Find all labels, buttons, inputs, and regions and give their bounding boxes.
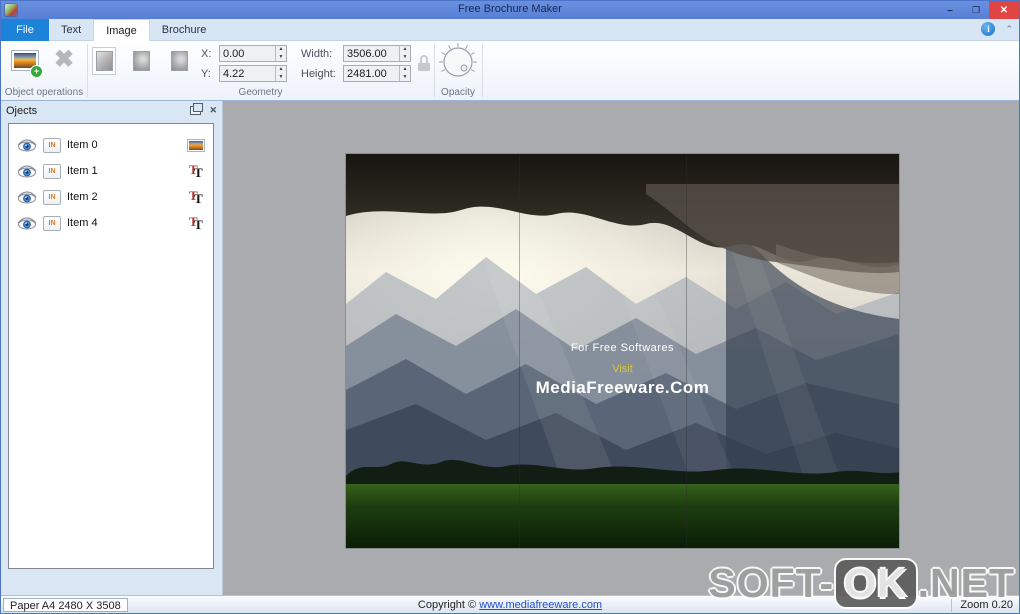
brochure-page[interactable]: For Free Softwares Visit MediaFreeware.C… bbox=[346, 154, 899, 548]
image-fit-icon-3 bbox=[170, 51, 188, 71]
tab-text[interactable]: Text bbox=[49, 19, 93, 41]
app-window: Free Brochure Maker File Text Image Broc… bbox=[0, 0, 1020, 614]
info-icon[interactable] bbox=[981, 22, 996, 36]
text-item-icon bbox=[189, 214, 205, 232]
overlay-line-2[interactable]: Visit bbox=[346, 363, 899, 375]
width-input[interactable] bbox=[344, 46, 399, 61]
objects-panel: Ojects IN Item 0 bbox=[1, 101, 223, 595]
ribbon-tab-bar: File Text Image Brochure bbox=[1, 19, 1019, 41]
watermark-left: SOFT- bbox=[708, 560, 835, 606]
in-badge[interactable]: IN bbox=[43, 215, 61, 231]
width-spinbox bbox=[343, 45, 411, 62]
list-item-3[interactable]: IN Item 4 bbox=[17, 210, 205, 236]
visibility-eye-icon[interactable] bbox=[17, 216, 37, 230]
y-label: Y: bbox=[201, 67, 211, 80]
list-item-1[interactable]: IN Item 1 bbox=[17, 158, 205, 184]
window-title: Free Brochure Maker bbox=[458, 3, 562, 15]
item-label[interactable]: Item 1 bbox=[67, 165, 183, 177]
spin-up-icon[interactable] bbox=[276, 66, 286, 74]
group-label-object-operations: Object operations bbox=[4, 87, 84, 98]
height-spinbox bbox=[343, 65, 411, 82]
spin-down-icon[interactable] bbox=[400, 74, 410, 82]
spin-down-icon[interactable] bbox=[276, 74, 286, 82]
item-label[interactable]: Item 4 bbox=[67, 217, 183, 229]
image-fit-button-3[interactable] bbox=[167, 47, 191, 75]
list-item-0[interactable]: IN Item 0 bbox=[17, 132, 205, 158]
plus-icon bbox=[31, 66, 42, 77]
y-spinner[interactable] bbox=[275, 66, 286, 81]
group-separator bbox=[482, 44, 483, 97]
objects-panel-title: Ojects bbox=[6, 104, 38, 117]
image-fit-button-1[interactable] bbox=[92, 47, 116, 75]
overlay-line-1[interactable]: For Free Softwares bbox=[346, 342, 899, 354]
text-item-icon bbox=[189, 162, 205, 180]
spin-up-icon[interactable] bbox=[276, 46, 286, 54]
maximize-button[interactable] bbox=[963, 1, 989, 19]
copyright-text: Copyright © bbox=[417, 598, 477, 611]
minimize-button[interactable] bbox=[937, 1, 963, 19]
title-bar: Free Brochure Maker bbox=[1, 1, 1019, 19]
overlay-line-3[interactable]: MediaFreeware.Com bbox=[346, 378, 899, 398]
y-spinbox bbox=[219, 65, 287, 82]
spin-up-icon[interactable] bbox=[400, 66, 410, 74]
tab-file[interactable]: File bbox=[1, 19, 49, 41]
item-label[interactable]: Item 0 bbox=[67, 139, 181, 151]
image-fit-button-2[interactable] bbox=[129, 47, 153, 75]
window-controls bbox=[937, 1, 1019, 19]
lock-aspect-icon[interactable] bbox=[417, 55, 431, 72]
tab-brochure[interactable]: Brochure bbox=[150, 19, 219, 41]
visibility-eye-icon[interactable] bbox=[17, 190, 37, 204]
group-label-geometry: Geometry bbox=[238, 87, 283, 98]
in-badge[interactable]: IN bbox=[43, 137, 61, 153]
image-fit-icon-2 bbox=[132, 51, 150, 71]
watermark-right: .NET bbox=[917, 560, 1015, 606]
text-item-icon bbox=[189, 188, 205, 206]
group-label-opacity: Opacity bbox=[441, 87, 475, 98]
copyright-link[interactable]: www.mediafreeware.com bbox=[479, 599, 602, 611]
objects-panel-header: Ojects bbox=[1, 101, 222, 120]
height-input[interactable] bbox=[344, 66, 399, 81]
float-panel-icon[interactable] bbox=[190, 103, 204, 115]
spin-up-icon[interactable] bbox=[400, 46, 410, 54]
width-label: Width: bbox=[301, 47, 333, 60]
visibility-eye-icon[interactable] bbox=[17, 164, 37, 178]
main-area: Ojects IN Item 0 bbox=[1, 101, 1019, 595]
close-button[interactable] bbox=[989, 1, 1019, 19]
ribbon: Object operations X: Width: bbox=[1, 41, 1019, 101]
height-label: Height: bbox=[301, 67, 336, 80]
list-item-2[interactable]: IN Item 2 bbox=[17, 184, 205, 210]
watermark-badge: OK bbox=[836, 560, 916, 607]
opacity-dial[interactable] bbox=[436, 42, 480, 89]
x-input[interactable] bbox=[220, 46, 275, 61]
y-input[interactable] bbox=[220, 66, 275, 81]
height-spinner[interactable] bbox=[399, 66, 410, 81]
spin-down-icon[interactable] bbox=[400, 54, 410, 62]
image-thumbnail-icon bbox=[187, 138, 205, 152]
x-spinner[interactable] bbox=[275, 46, 286, 61]
width-spinner[interactable] bbox=[399, 46, 410, 61]
close-panel-icon[interactable] bbox=[209, 105, 217, 116]
soft-ok-watermark: SOFT- OK .NET bbox=[708, 560, 1015, 607]
add-image-button[interactable] bbox=[9, 45, 42, 77]
in-badge[interactable]: IN bbox=[43, 189, 61, 205]
objects-list: IN Item 0 IN Item 1 T T IN Item 2 T T IN… bbox=[8, 123, 214, 569]
visibility-eye-icon[interactable] bbox=[17, 138, 37, 152]
tabs: File Text Image Brochure bbox=[1, 19, 218, 41]
tab-image[interactable]: Image bbox=[93, 19, 150, 41]
in-badge[interactable]: IN bbox=[43, 163, 61, 179]
x-spinbox bbox=[219, 45, 287, 62]
collapse-ribbon-icon[interactable] bbox=[1005, 24, 1013, 35]
spin-down-icon[interactable] bbox=[276, 54, 286, 62]
item-label[interactable]: Item 2 bbox=[67, 191, 183, 203]
x-label: X: bbox=[201, 47, 212, 60]
image-fit-icon-1 bbox=[95, 51, 113, 71]
canvas-area[interactable]: For Free Softwares Visit MediaFreeware.C… bbox=[223, 101, 1019, 595]
delete-object-button[interactable] bbox=[49, 43, 79, 75]
dial-icon bbox=[439, 43, 477, 77]
